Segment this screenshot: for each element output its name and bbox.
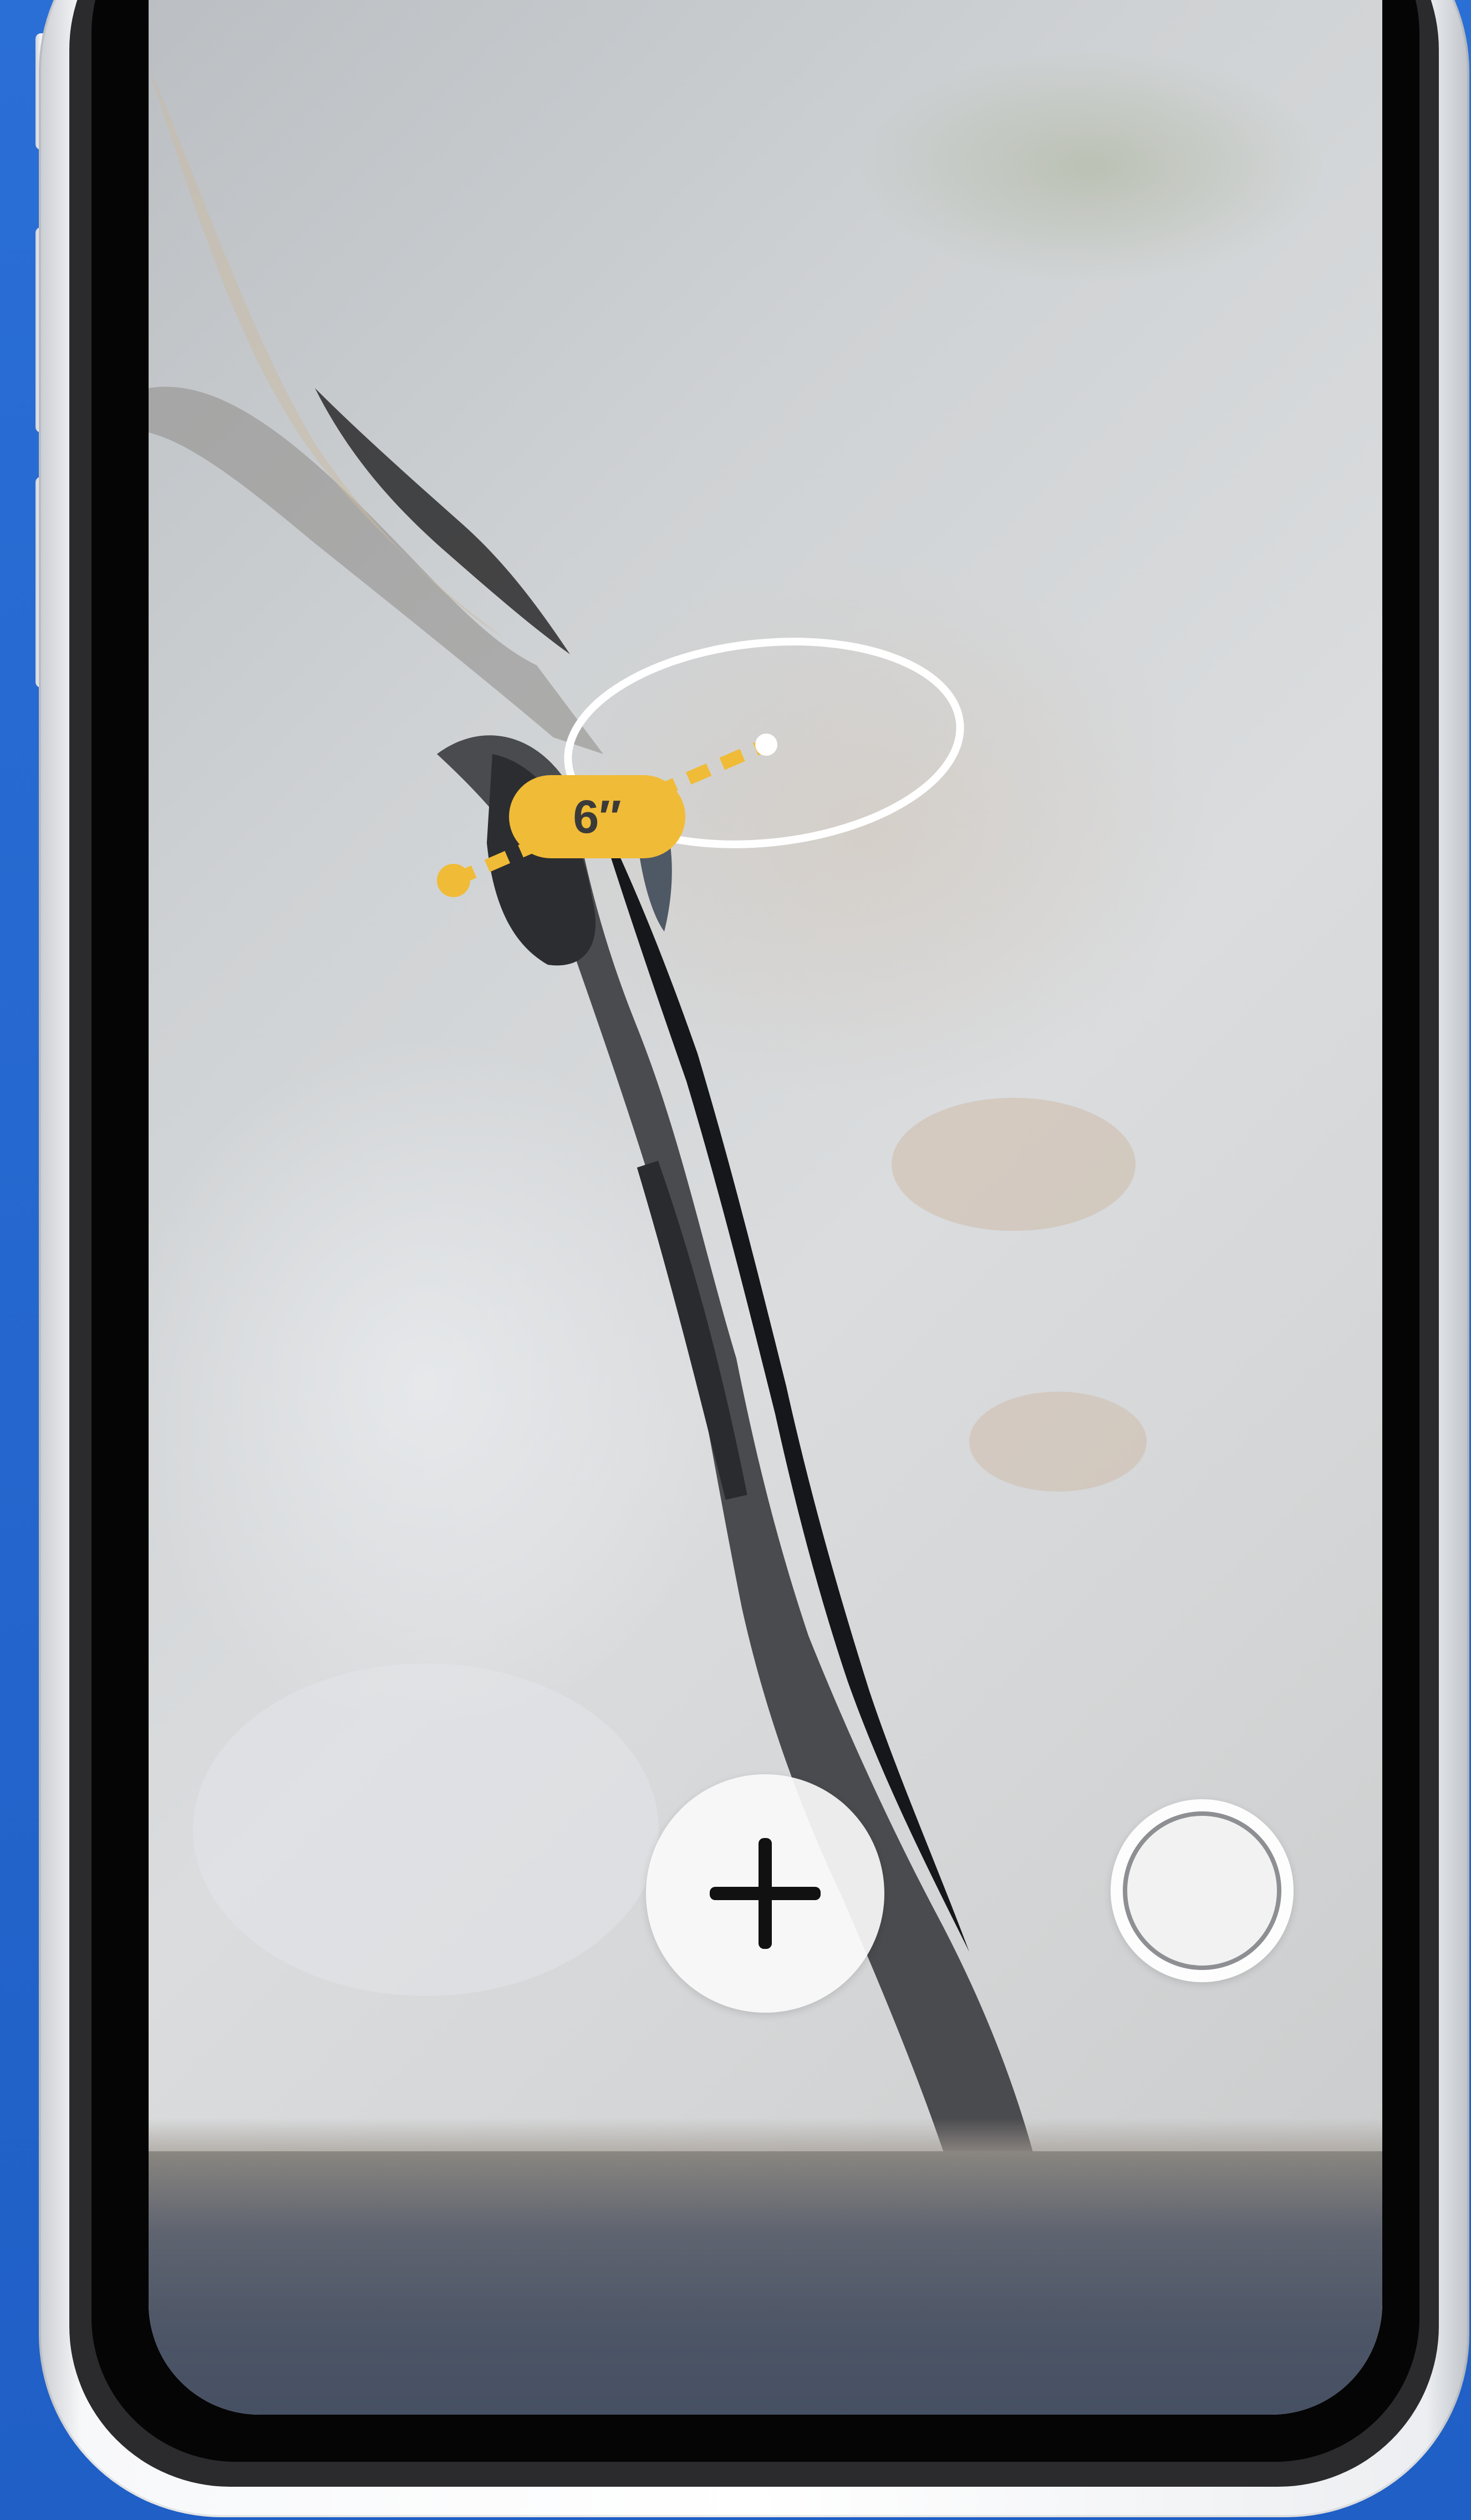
camera-view [149, 0, 1382, 2415]
capture-button[interactable] [1111, 1799, 1294, 1982]
plus-icon [710, 1838, 821, 1949]
shutter-icon [1123, 1811, 1281, 1970]
wall-crack [149, 67, 1147, 2162]
asphalt-ground [149, 2151, 1382, 2415]
add-point-button[interactable] [646, 1774, 884, 2013]
measurement-label[interactable]: 6″ [509, 775, 685, 858]
